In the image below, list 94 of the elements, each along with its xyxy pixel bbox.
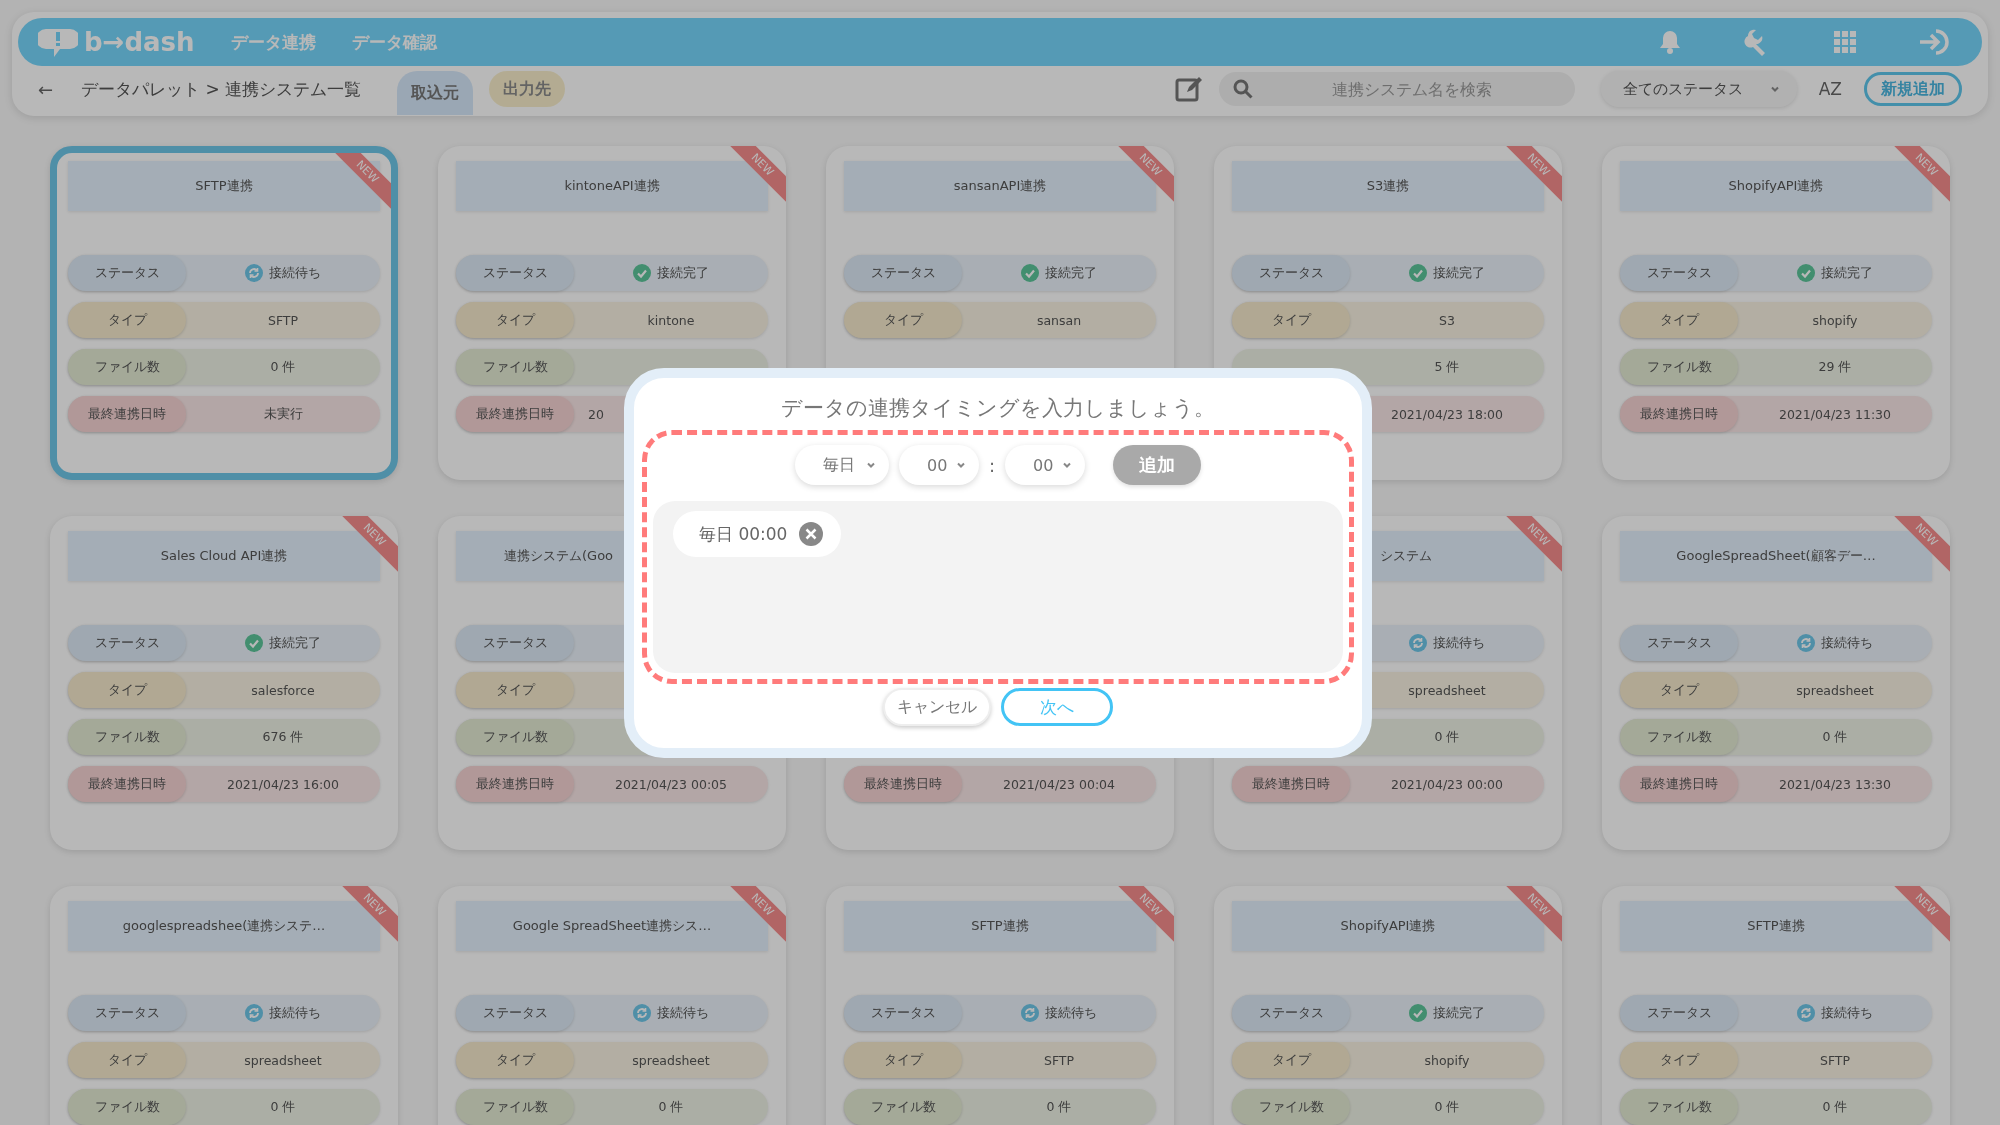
field-value: 2021/04/23 11:30 (1778, 406, 1891, 422)
field-label: ステータス (68, 995, 186, 1031)
field-label: ステータス (844, 995, 962, 1031)
field-value: 2021/04/23 00:04 (1002, 776, 1115, 792)
field-label: ステータス (68, 255, 186, 291)
field-value: 2021/04/23 13:30 (1778, 776, 1891, 792)
field-value: spreadsheet (632, 1052, 710, 1068)
field-value: 0 件 (658, 1098, 684, 1116)
field-value: 0 件 (270, 1098, 296, 1116)
field-label: 最終連携日時 (1620, 766, 1738, 802)
field-label: タイプ (1620, 672, 1738, 708)
field-value: shopify (1424, 1052, 1470, 1068)
field-value: SFTP (1043, 1052, 1075, 1068)
field-label: ステータス (1620, 625, 1738, 661)
field-value: 接続完了 (1821, 264, 1873, 282)
field-label: 最終連携日時 (844, 766, 962, 802)
field-label: ファイル数 (68, 719, 186, 755)
field-value: spreadsheet (1796, 682, 1874, 698)
field-label: ステータス (456, 255, 574, 291)
field-value: 未実行 (263, 405, 303, 423)
field-label: タイプ (68, 1042, 186, 1078)
field-value: 0 件 (1434, 728, 1460, 746)
field-value: 0 件 (1434, 1098, 1460, 1116)
field-value: 5 件 (1434, 358, 1460, 376)
field-value: spreadsheet (244, 1052, 322, 1068)
field-value: 接続完了 (269, 634, 321, 652)
breadcrumb: データパレット > 連携システム一覧 (81, 77, 362, 101)
field-label: 最終連携日時 (1620, 396, 1738, 432)
field-label: ステータス (1232, 995, 1350, 1031)
time-separator: : (988, 454, 996, 476)
field-value: 接続待ち (269, 264, 321, 282)
field-label: ステータス (844, 255, 962, 291)
field-label: タイプ (1232, 302, 1350, 338)
field-label: ファイル数 (1620, 349, 1738, 385)
field-label: ファイル数 (68, 1089, 186, 1125)
field-value: spreadsheet (1408, 682, 1486, 698)
field-value: 接続待ち (1821, 1004, 1873, 1022)
field-label: 最終連携日時 (1232, 766, 1350, 802)
field-value: SFTP (267, 312, 299, 328)
field-label: ステータス (1620, 255, 1738, 291)
field-value: 0 件 (1822, 728, 1848, 746)
field-value: 2021/04/23 18:00 (1390, 406, 1503, 422)
field-label: ファイル数 (844, 1089, 962, 1125)
logo-text: b→dash (84, 27, 195, 57)
field-label: ステータス (68, 625, 186, 661)
field-label: 最終連携日時 (456, 396, 574, 432)
field-value: 接続完了 (1433, 264, 1485, 282)
field-value: 0 件 (1046, 1098, 1072, 1116)
field-value: 20 (588, 406, 604, 422)
field-label: 最終連携日時 (68, 766, 186, 802)
field-value: 接続待ち (657, 1004, 709, 1022)
field-label: ファイル数 (1620, 719, 1738, 755)
field-label: 最終連携日時 (68, 396, 186, 432)
field-value: 2021/04/23 00:05 (614, 776, 727, 792)
field-value: 676 件 (262, 728, 304, 746)
field-label: タイプ (1620, 302, 1738, 338)
field-label: ファイル数 (68, 349, 186, 385)
field-value: S3 (1439, 312, 1455, 328)
field-value: 接続待ち (1045, 1004, 1097, 1022)
field-label: ファイル数 (456, 349, 574, 385)
field-label: タイプ (456, 1042, 574, 1078)
field-value: shopify (1812, 312, 1858, 328)
field-label: ステータス (456, 625, 574, 661)
field-label: タイプ (1620, 1042, 1738, 1078)
field-value: 接続完了 (1433, 1004, 1485, 1022)
field-label: ファイル数 (1232, 1089, 1350, 1125)
field-value: 2021/04/23 16:00 (226, 776, 339, 792)
field-value: 接続待ち (1821, 634, 1873, 652)
field-label: タイプ (844, 1042, 962, 1078)
field-value: 29 件 (1818, 358, 1852, 376)
field-label: タイプ (1232, 1042, 1350, 1078)
field-label: ファイル数 (1620, 1089, 1738, 1125)
field-label: タイプ (68, 302, 186, 338)
field-label: ステータス (1232, 255, 1350, 291)
field-label: タイプ (456, 672, 574, 708)
field-label: ファイル数 (456, 719, 574, 755)
field-label: ファイル数 (456, 1089, 574, 1125)
field-label: 最終連携日時 (456, 766, 574, 802)
field-value: 接続待ち (1433, 634, 1485, 652)
field-value: SFTP (1819, 1052, 1851, 1068)
field-value: 接続完了 (1045, 264, 1097, 282)
field-value: 接続完了 (657, 264, 709, 282)
field-value: 接続待ち (269, 1004, 321, 1022)
field-label: タイプ (68, 672, 186, 708)
field-value: 0 件 (1822, 1098, 1848, 1116)
field-value: kintone (647, 312, 695, 328)
field-label: ステータス (456, 995, 574, 1031)
field-label: タイプ (844, 302, 962, 338)
field-value: 0 件 (270, 358, 296, 376)
field-label: ステータス (1620, 995, 1738, 1031)
field-label: タイプ (456, 302, 574, 338)
field-value: sansan (1036, 312, 1082, 328)
field-value: 2021/04/23 00:00 (1390, 776, 1503, 792)
field-value: salesforce (251, 682, 315, 698)
